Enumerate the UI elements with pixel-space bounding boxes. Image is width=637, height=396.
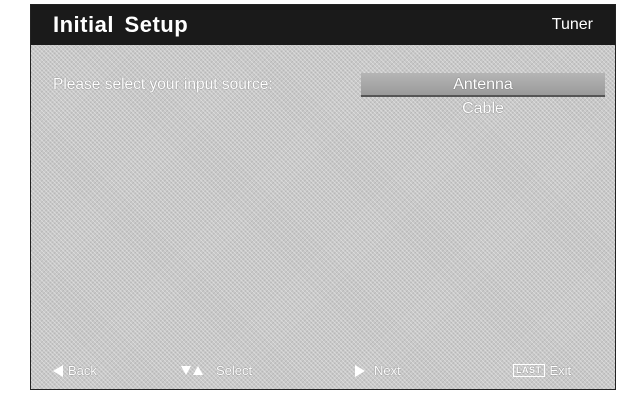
back-button[interactable]: Back	[53, 363, 97, 378]
triangle-right-icon	[355, 364, 365, 377]
page-title: Initial Setup	[53, 12, 189, 37]
header-bar: Initial Setup Tuner	[31, 5, 615, 45]
arrow-down-icon	[181, 366, 191, 375]
last-key-icon: LAST	[513, 364, 545, 377]
exit-label: Exit	[549, 363, 572, 378]
input-source-prompt: Please select your input source:	[53, 76, 273, 93]
next-label: Next	[374, 363, 401, 378]
select-label: Select	[216, 363, 253, 378]
up-down-icon	[181, 366, 203, 375]
footer-bar: Back Select Next LAST Exit	[31, 355, 615, 389]
section-label: Tuner	[551, 16, 593, 33]
exit-button[interactable]: LAST Exit	[513, 363, 571, 378]
back-label: Back	[68, 363, 97, 378]
setup-screen: Initial Setup Tuner Please select your i…	[30, 4, 616, 390]
arrow-up-icon	[193, 366, 203, 375]
option-antenna[interactable]: Antenna	[361, 73, 605, 97]
triangle-left-icon	[53, 364, 63, 377]
input-source-list: Antenna Cable	[361, 73, 605, 121]
next-button[interactable]: Next	[355, 363, 401, 378]
select-button[interactable]: Select	[181, 363, 252, 378]
option-cable[interactable]: Cable	[361, 97, 605, 121]
